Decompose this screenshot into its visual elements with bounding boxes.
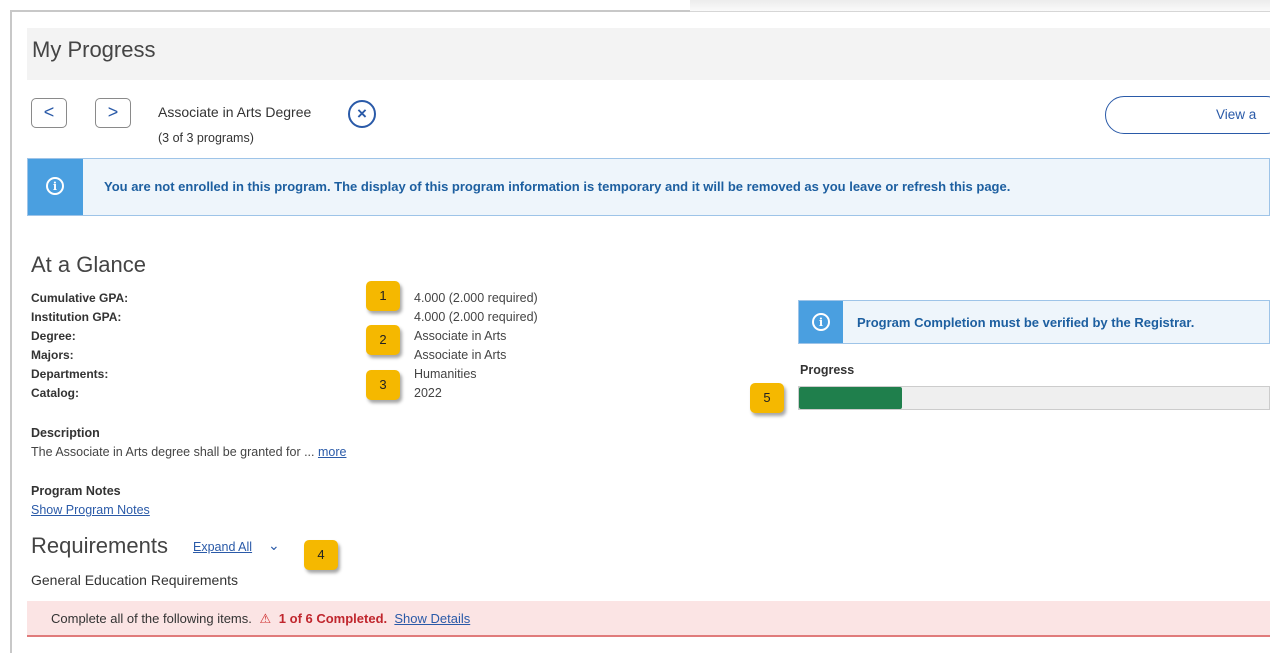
callout-badge: 5 xyxy=(750,383,784,413)
progress-bar-fill xyxy=(799,387,903,409)
status-prefix: Complete all of the following items. xyxy=(51,611,252,626)
view-button[interactable]: View a xyxy=(1105,96,1270,134)
info-icon: i xyxy=(812,313,830,331)
completion-count: 1 of 6 Completed. xyxy=(278,611,388,626)
glance-label: Catalog: xyxy=(31,386,79,400)
glance-label: Degree: xyxy=(31,329,76,343)
registrar-icon-cell: i xyxy=(799,301,843,343)
program-count: (3 of 3 programs) xyxy=(158,131,254,145)
description-more-link[interactable]: more xyxy=(318,445,346,459)
requirement-group-title: General Education Requirements xyxy=(31,572,239,588)
next-program-button[interactable]: > xyxy=(95,98,131,128)
cumulative-gpa-value: 4.000 (2.000 required) xyxy=(414,291,538,305)
progress-bar xyxy=(798,386,1270,410)
program-name: Associate in Arts Degree xyxy=(158,104,312,120)
description-summary: The Associate in Arts degree shall be gr… xyxy=(31,445,318,459)
callout-badge: 2 xyxy=(366,325,400,355)
warning-icon: ⚠ xyxy=(259,611,272,626)
expand-all-link[interactable]: Expand All xyxy=(193,540,252,554)
glance-label: Departments: xyxy=(31,367,109,381)
banner-icon-cell: i xyxy=(28,159,83,215)
info-icon: i xyxy=(46,177,64,195)
not-enrolled-banner: i You are not enrolled in this program. … xyxy=(27,158,1270,216)
window-edge-shadow xyxy=(690,0,1270,12)
show-program-notes-link[interactable]: Show Program Notes xyxy=(31,503,150,517)
progress-label: Progress xyxy=(800,363,855,377)
callout-badge: 1 xyxy=(366,281,400,311)
callout-badge: 4 xyxy=(304,540,338,570)
glance-label: Cumulative GPA: xyxy=(31,291,129,305)
frame-border-top xyxy=(10,10,690,12)
requirements-heading: Requirements xyxy=(31,533,168,558)
requirement-status: Complete all of the following items. ⚠ 1… xyxy=(51,611,470,627)
banner-message: You are not enrolled in this program. Th… xyxy=(104,179,1011,194)
program-notes-label: Program Notes xyxy=(31,484,121,498)
page-header: My Progress xyxy=(27,28,1270,80)
at-a-glance-heading: At a Glance xyxy=(31,252,146,277)
degree-value: Associate in Arts xyxy=(414,329,507,343)
departments-value: Humanities xyxy=(414,367,477,381)
glance-label: Majors: xyxy=(31,348,74,362)
callout-badge: 3 xyxy=(366,370,400,400)
chevron-down-icon[interactable]: ⌄ xyxy=(268,537,280,554)
frame-border-left xyxy=(10,10,12,653)
chevron-left-icon: < xyxy=(43,102,55,122)
description-text: The Associate in Arts degree shall be gr… xyxy=(31,445,346,459)
close-icon: × xyxy=(357,104,367,123)
glance-label: Institution GPA: xyxy=(31,310,122,324)
previous-program-button[interactable]: < xyxy=(31,98,67,128)
registrar-notice: i Program Completion must be verified by… xyxy=(798,300,1270,344)
remove-program-button[interactable]: × xyxy=(348,100,376,128)
requirement-status-bar: Complete all of the following items. ⚠ 1… xyxy=(27,601,1270,637)
show-details-link[interactable]: Show Details xyxy=(394,611,470,626)
registrar-message: Program Completion must be verified by t… xyxy=(857,315,1195,330)
catalog-value: 2022 xyxy=(414,386,442,400)
majors-value: Associate in Arts xyxy=(414,348,507,362)
institution-gpa-value: 4.000 (2.000 required) xyxy=(414,310,538,324)
chevron-right-icon: > xyxy=(107,102,119,122)
page-title: My Progress xyxy=(32,37,156,62)
description-label: Description xyxy=(31,426,100,440)
